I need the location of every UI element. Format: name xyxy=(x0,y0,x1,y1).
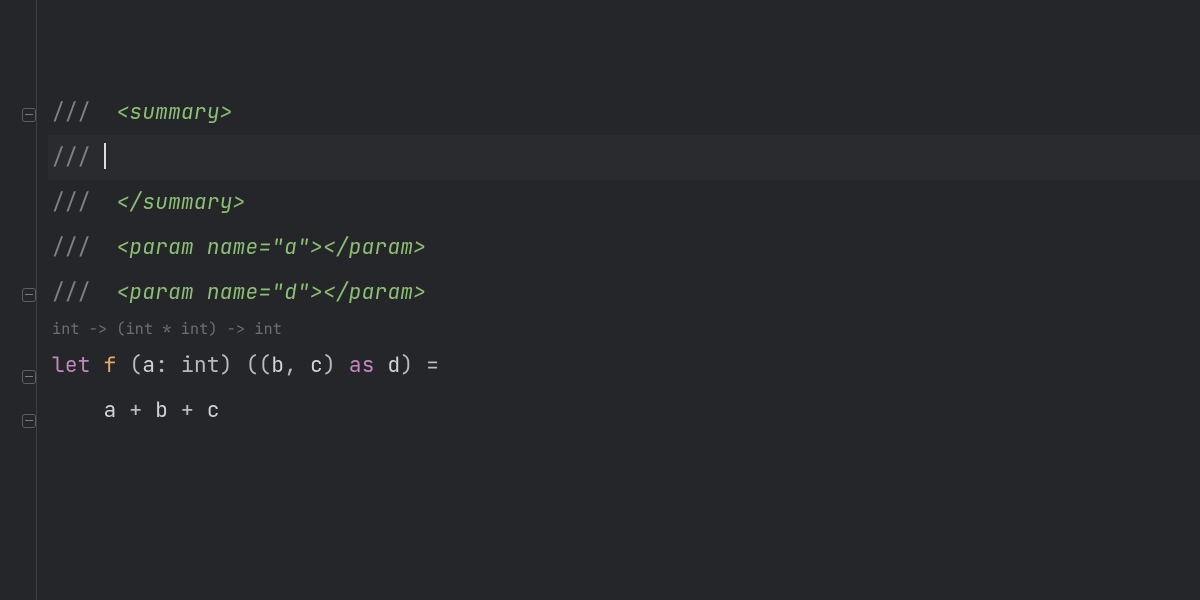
xml-end-angle: > xyxy=(413,279,426,306)
code-line[interactable]: let f (a: int) ((b, c) as d) = xyxy=(48,343,1200,388)
doc-comment-slash: /// xyxy=(52,99,91,126)
xml-open-angle: </ xyxy=(117,189,143,216)
indent xyxy=(52,397,104,424)
paren: ) xyxy=(220,352,233,379)
doc-comment-slash: /// xyxy=(52,189,91,216)
xml-open-angle: < xyxy=(117,279,130,306)
xml-close-open: ></ xyxy=(310,279,349,306)
paren: ( xyxy=(246,352,259,379)
type-hint-inlay: int -> (int * int) -> int xyxy=(48,315,1200,343)
xml-close-angle: > xyxy=(220,99,233,126)
code-line[interactable]: /// <param name="d"></param> xyxy=(48,270,1200,315)
code-line[interactable] xyxy=(48,0,1200,45)
paren: ) xyxy=(323,352,336,379)
code-line[interactable]: a + b + c xyxy=(48,388,1200,433)
fold-marker-icon[interactable] xyxy=(22,288,36,302)
identifier: c xyxy=(207,397,220,424)
param-var: c xyxy=(310,352,323,379)
xml-attr-name: name xyxy=(207,279,259,306)
plus-op: + xyxy=(181,397,194,424)
code-line[interactable]: /// <summary> xyxy=(48,90,1200,135)
xml-close-angle: > xyxy=(233,189,246,216)
xml-attr-name: name xyxy=(207,234,259,261)
equals-op: = xyxy=(426,352,439,379)
text-caret xyxy=(104,143,106,169)
param-var: b xyxy=(271,352,284,379)
type-annotation: int xyxy=(181,352,220,379)
xml-end-angle: > xyxy=(413,234,426,261)
code-line-active[interactable]: /// xyxy=(48,135,1200,180)
xml-tag: param xyxy=(349,279,414,306)
xml-open-angle: < xyxy=(117,99,130,126)
doc-comment-slash: /// xyxy=(52,144,91,171)
editor-gutter xyxy=(0,0,48,600)
xml-attr-eq: = xyxy=(258,234,271,261)
code-editor[interactable]: /// <summary> /// /// </summary> /// <pa… xyxy=(0,0,1200,600)
code-area[interactable]: /// <summary> /// /// </summary> /// <pa… xyxy=(48,0,1200,600)
paren: ( xyxy=(129,352,142,379)
comma: , xyxy=(284,352,297,379)
xml-attr-value: "a" xyxy=(271,234,310,261)
xml-tag: summary xyxy=(142,189,232,216)
indent-guide xyxy=(36,0,37,600)
type-hint-text: int -> (int * int) -> int xyxy=(52,319,282,339)
xml-close-open: ></ xyxy=(310,234,349,261)
fold-marker-icon[interactable] xyxy=(22,414,36,428)
xml-open-angle: < xyxy=(117,234,130,261)
fold-marker-icon[interactable] xyxy=(22,370,36,384)
plus-op: + xyxy=(129,397,142,424)
keyword-let: let xyxy=(52,352,91,379)
fold-marker-icon[interactable] xyxy=(22,108,36,122)
colon: : xyxy=(155,352,168,379)
code-line[interactable]: /// <param name="a"></param> xyxy=(48,225,1200,270)
identifier: b xyxy=(155,397,168,424)
doc-comment-slash: /// xyxy=(52,279,91,306)
xml-tag: param xyxy=(129,234,194,261)
identifier: a xyxy=(104,397,117,424)
param-var: d xyxy=(388,352,401,379)
paren: ) xyxy=(400,352,413,379)
xml-tag: param xyxy=(129,279,194,306)
xml-tag: param xyxy=(349,234,414,261)
doc-comment-slash: /// xyxy=(52,234,91,261)
keyword-as: as xyxy=(349,352,375,379)
code-line[interactable]: /// </summary> xyxy=(48,180,1200,225)
function-name: f xyxy=(104,352,117,379)
xml-attr-eq: = xyxy=(258,279,271,306)
xml-tag: summary xyxy=(129,99,219,126)
code-line[interactable] xyxy=(48,45,1200,90)
param-var: a xyxy=(142,352,155,379)
xml-attr-value: "d" xyxy=(271,279,310,306)
paren: ( xyxy=(258,352,271,379)
